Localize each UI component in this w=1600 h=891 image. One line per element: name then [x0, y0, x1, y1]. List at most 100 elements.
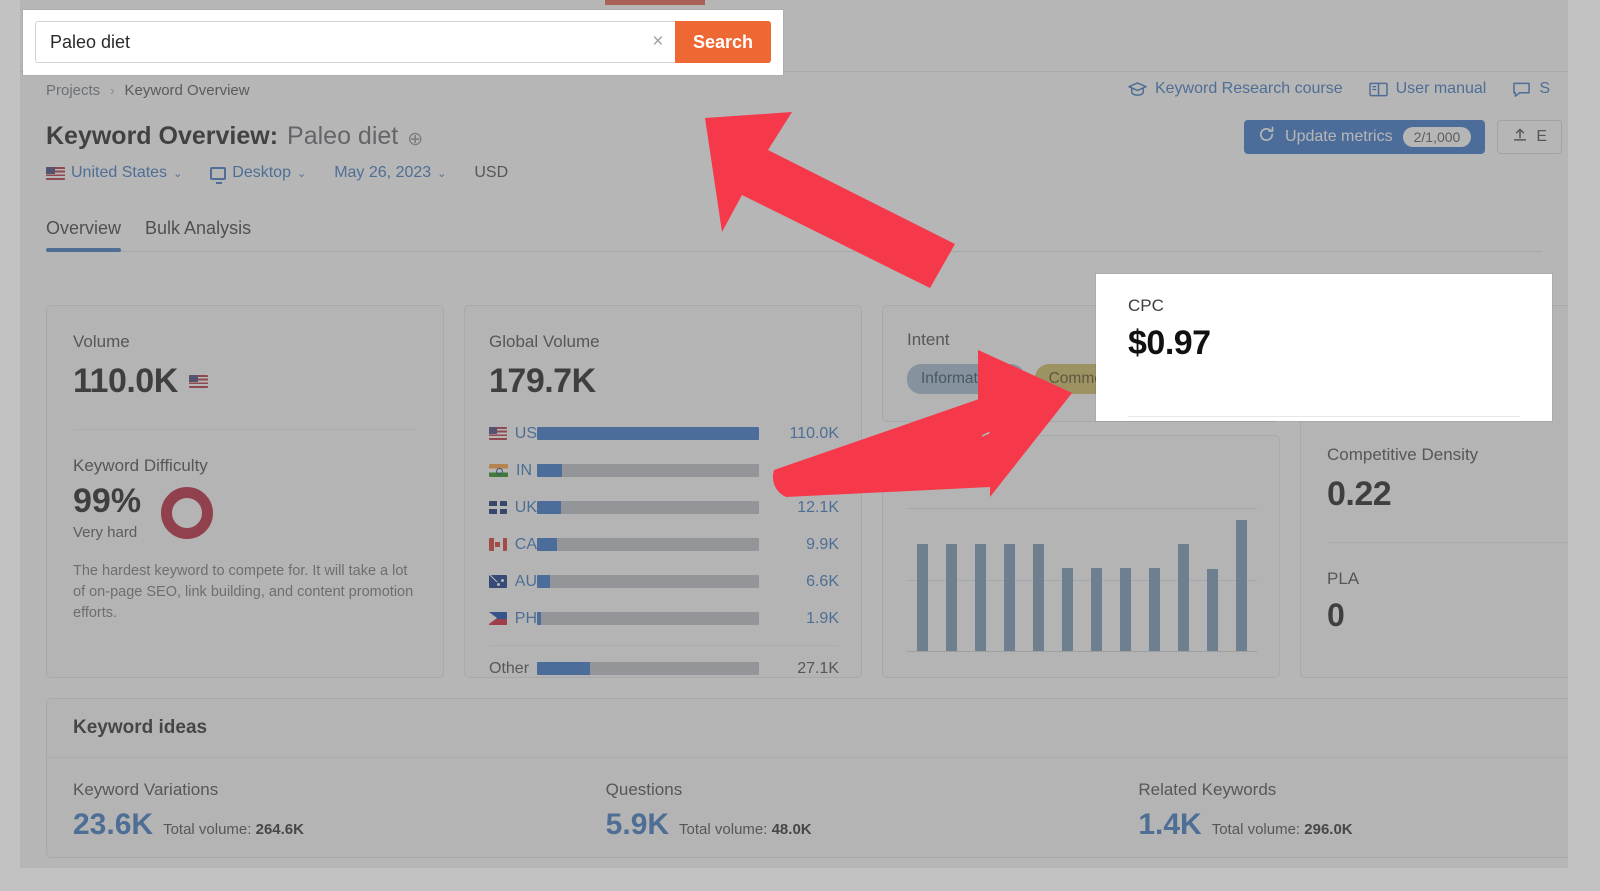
filter-country[interactable]: United States ⌄ — [46, 164, 182, 182]
global-volume-value: 179.7K — [489, 362, 596, 400]
link-send-feedback[interactable]: S — [1512, 80, 1550, 98]
update-metrics-label: Update metrics — [1285, 128, 1393, 145]
au-flag-icon — [489, 575, 507, 588]
keyword-ideas-column-label: Related Keywords — [1138, 780, 1277, 799]
ads-label: Ads — [1492, 569, 1568, 589]
volume-label: Volume — [73, 332, 130, 351]
volume-section: Volume 110.0K — [47, 306, 443, 430]
uk-flag-icon — [489, 501, 507, 514]
cpc-spotlight-popup: CPC $0.97 — [1096, 274, 1552, 421]
trend-label: Trend — [907, 460, 951, 479]
volume-value: 110.0K — [73, 362, 178, 400]
other-label: Other — [489, 659, 530, 677]
trend-bar-chart — [907, 502, 1257, 652]
keyword-difficulty-value: 99% — [73, 482, 142, 520]
trend-bar — [1091, 567, 1102, 651]
country-bar-fill — [537, 575, 551, 588]
country-code-label: US — [514, 424, 537, 442]
country-code: US — [489, 425, 537, 443]
monitor-icon — [210, 166, 227, 184]
link-user-manual[interactable]: User manual — [1368, 80, 1487, 98]
country-bar-fill — [537, 464, 563, 477]
global-volume-label: Global Volume — [489, 332, 600, 351]
search-input[interactable] — [36, 31, 641, 53]
keyword-difficulty-label: Keyword Difficulty — [73, 456, 208, 475]
keyword-ideas-count[interactable]: 23.6K — [73, 808, 153, 842]
link-label: S — [1539, 80, 1550, 97]
keyword-difficulty-rating: Very hard — [73, 524, 138, 541]
other-value: 27.1K — [797, 659, 839, 677]
global-volume-card: Global Volume 179.7K US 110.0K IN 12.4K UK 12… — [464, 305, 862, 678]
tab-overview[interactable]: Overview — [46, 218, 122, 252]
country-volume-row: IN 12.4K — [489, 452, 839, 489]
country-volume-value: 1.9K — [806, 609, 839, 627]
export-button[interactable]: E — [1497, 120, 1562, 154]
keyword-ideas-total: Total volume: 264.6K — [163, 821, 304, 838]
link-label: User manual — [1395, 80, 1487, 97]
book-icon — [1368, 81, 1388, 98]
country-code: UK — [489, 499, 537, 517]
country-bar-track — [537, 538, 759, 551]
country-code: PH — [489, 610, 537, 628]
ads-column: Ads 0 — [1492, 569, 1568, 634]
page-title-prefix: Keyword Overview: — [46, 122, 279, 150]
search-button[interactable]: Search — [674, 21, 771, 63]
active-tool-indicator — [605, 0, 705, 5]
keyword-ideas-count[interactable]: 5.9K — [606, 808, 669, 842]
trend-bar — [1178, 543, 1189, 651]
competitive-density-section: Competitive Density 0.22 PLA 0 Ads 0 — [1301, 423, 1568, 634]
page-title-keyword: Paleo diet — [287, 122, 399, 150]
country-volume-row: UK 12.1K — [489, 489, 839, 526]
clear-icon[interactable]: × — [641, 22, 675, 62]
in-flag-icon — [489, 464, 508, 477]
country-bar-fill — [537, 501, 562, 514]
filter-date[interactable]: May 26, 2023 ⌄ — [334, 164, 446, 182]
breadcrumb: Projects › Keyword Overview — [46, 82, 250, 99]
filter-device-label: Desktop — [232, 164, 291, 181]
trend-bar — [1062, 567, 1073, 651]
link-label: Keyword Research course — [1154, 80, 1343, 97]
keyword-ideas-column-value: 5.9K Total volume: 48.0K — [606, 808, 1139, 842]
trend-bar — [946, 543, 957, 651]
keyword-ideas-column-label: Keyword Variations — [73, 780, 219, 799]
pla-column: PLA 0 — [1327, 569, 1492, 634]
keyword-ideas-column: Questions 5.9K Total volume: 48.0K — [606, 780, 1139, 842]
keyword-ideas-total: Total volume: 296.0K — [1211, 821, 1353, 838]
difficulty-donut-icon — [161, 486, 214, 539]
link-keyword-research-course[interactable]: Keyword Research course — [1128, 80, 1343, 98]
us-flag-icon — [46, 166, 65, 180]
update-metrics-button[interactable]: Update metrics 2/1,000 — [1244, 120, 1486, 154]
country-volume-value: 110.0K — [789, 424, 839, 442]
keyword-ideas-column-label: Questions — [605, 780, 683, 799]
keyword-difficulty-section: Keyword Difficulty 99% Very hard The har… — [47, 430, 443, 624]
other-bar-fill — [537, 662, 591, 675]
country-code-label: IN — [516, 461, 532, 479]
refresh-icon — [1258, 126, 1275, 148]
filter-date-label: May 26, 2023 — [334, 164, 432, 181]
update-metrics-count: 2/1,000 — [1402, 127, 1472, 147]
country-volume-list: US 110.0K IN 12.4K UK 12.1K CA 9.9K AU 6.6K PH 1.9K — [489, 415, 839, 637]
country-volume-row: PH 1.9K — [489, 600, 839, 637]
add-to-list-icon[interactable]: ⊕ — [407, 128, 423, 151]
keyword-ideas-count[interactable]: 1.4K — [1138, 808, 1201, 842]
divider — [489, 645, 839, 646]
breadcrumb-current: Keyword Overview — [124, 82, 250, 99]
tab-bulk-analysis[interactable]: Bulk Analysis — [145, 218, 251, 251]
divider — [1327, 542, 1568, 543]
competitive-density-label: Competitive Density — [1327, 445, 1479, 464]
keyword-difficulty-value-row: 99% Very hard — [73, 484, 417, 541]
country-volume-other-row: Other 27.1K — [489, 650, 839, 687]
breadcrumb-projects[interactable]: Projects — [46, 82, 100, 99]
country-volume-value: 6.6K — [806, 572, 839, 590]
export-label: E — [1536, 128, 1547, 145]
screenshot-canvas: Projects › Keyword Overview Keyword Over… — [0, 0, 1600, 891]
search-box[interactable]: × Search — [35, 21, 771, 63]
intent-chip-informational[interactable]: Informational — [907, 364, 1025, 394]
trend-bar — [975, 543, 986, 651]
help-links: Keyword Research course User manual S — [1128, 80, 1550, 98]
country-bar-track — [537, 501, 759, 514]
country-volume-value: 12.1K — [797, 498, 839, 516]
filter-device[interactable]: Desktop ⌄ — [210, 164, 306, 184]
country-code: AU — [489, 573, 537, 591]
keyword-ideas-column: Keyword Variations 23.6K Total volume: 264… — [73, 780, 606, 842]
